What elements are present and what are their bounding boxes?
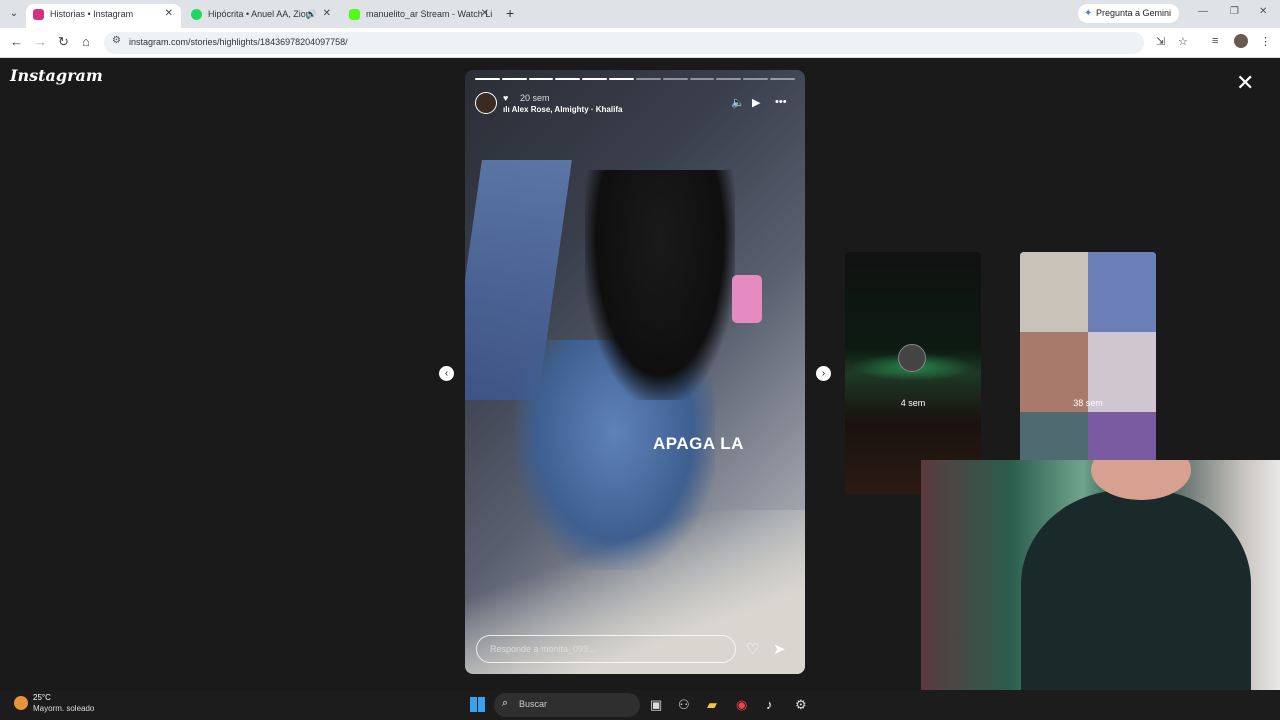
profile-avatar[interactable] <box>1234 34 1248 48</box>
spotify-favicon-icon <box>191 9 202 20</box>
install-app-icon[interactable]: ⇲ <box>1156 35 1165 48</box>
window-close-icon[interactable]: ✕ <box>1259 6 1267 17</box>
preview-avatar <box>898 344 926 372</box>
gemini-icon: ✦ <box>1084 8 1093 19</box>
tab-search-icon[interactable]: ⌄ <box>6 6 22 22</box>
play-icon[interactable]: ▶ <box>752 96 760 109</box>
weather-desc[interactable]: Mayorm. soleado <box>33 704 94 713</box>
teams-icon[interactable]: ⚇ <box>678 697 690 713</box>
file-explorer-icon[interactable]: ▰ <box>707 697 717 713</box>
next-story-icon[interactable]: › <box>816 366 831 381</box>
next-story-preview[interactable]: 38 sem <box>1020 252 1156 494</box>
url-text: instagram.com/stories/highlights/1843697… <box>129 37 348 47</box>
search-icon: ⌕ <box>502 697 509 709</box>
forward-icon[interactable]: → <box>34 34 47 49</box>
search-placeholder: Buscar <box>519 699 548 709</box>
story-progress-bars <box>475 78 795 80</box>
story-music-label[interactable]: ılı Alex Rose, Almighty · Khalifa <box>503 105 622 114</box>
media-control-icon[interactable]: ≡ <box>1212 35 1218 47</box>
close-tab-icon[interactable]: ✕ <box>165 4 173 24</box>
reply-input[interactable]: Responde a monita_099... <box>476 635 736 663</box>
taskbar-search[interactable]: ⌕ Buscar <box>494 693 640 717</box>
minimize-icon[interactable]: — <box>1198 6 1208 17</box>
instagram-favicon-icon <box>33 9 44 20</box>
gemini-label: Pregunta a Gemini <box>1096 8 1172 18</box>
address-bar[interactable]: ⚙ instagram.com/stories/highlights/18436… <box>104 32 1144 54</box>
next-story-preview[interactable]: 4 sem <box>845 252 981 494</box>
tab-spotify[interactable]: Hipócrita • Anuel AA, Zion 🔊 ✕ <box>184 4 339 28</box>
home-icon[interactable]: ⌂ <box>82 34 90 49</box>
browser-tab-bar: ⌄ Historias • Instagram ✕ Hipócrita • An… <box>0 0 1280 28</box>
tab-kick[interactable]: manuelito_ar Stream - Watch Li ✕ <box>342 4 497 28</box>
volume-icon[interactable]: 🔈 <box>731 96 745 109</box>
reload-icon[interactable]: ↻ <box>58 34 69 50</box>
weather-temp[interactable]: 25°C <box>33 693 51 702</box>
site-info-icon[interactable]: ⚙ <box>112 35 121 46</box>
windows-start-icon[interactable] <box>470 697 485 712</box>
bookmark-star-icon[interactable]: ☆ <box>1178 35 1188 48</box>
address-toolbar: ← → ↻ ⌂ ⚙ instagram.com/stories/highligh… <box>0 28 1280 58</box>
close-stories-icon[interactable]: ✕ <box>1236 70 1254 96</box>
close-tab-icon[interactable]: ✕ <box>323 4 331 24</box>
gemini-button[interactable]: ✦ Pregunta a Gemini <box>1078 4 1180 23</box>
webcam-overlay <box>921 460 1280 690</box>
preview-time: 38 sem <box>1073 398 1103 408</box>
share-send-icon[interactable]: ➤ <box>773 640 786 658</box>
tab-title: Historias • Instagram <box>50 9 134 19</box>
new-tab-icon[interactable]: + <box>506 5 514 21</box>
tab-title: manuelito_ar Stream - Watch Li <box>366 9 493 19</box>
close-tab-icon[interactable]: ✕ <box>481 4 489 24</box>
maximize-icon[interactable]: ❐ <box>1230 6 1239 17</box>
tiktok-icon[interactable]: ♪ <box>766 697 773 712</box>
previous-story-icon[interactable]: ‹ <box>439 366 454 381</box>
heart-icon: ♥ <box>503 93 509 103</box>
steam-icon[interactable]: ⚙ <box>795 697 807 713</box>
kick-favicon-icon <box>349 9 360 20</box>
story-user-avatar[interactable] <box>475 92 497 114</box>
weather-icon[interactable] <box>14 696 28 710</box>
windows-taskbar: 25°C Mayorm. soleado ⌕ Buscar ▣ ⚇ ▰ ◉ ♪ … <box>0 690 1280 720</box>
story-header: ♥ 20 sem ılı Alex Rose, Almighty · Khali… <box>475 92 795 116</box>
tab-title: Hipócrita • Anuel AA, Zion <box>208 9 311 19</box>
like-heart-icon[interactable]: ♡ <box>746 640 759 658</box>
more-options-icon[interactable]: ••• <box>775 96 787 108</box>
preview-time: 4 sem <box>900 398 926 408</box>
more-menu-icon[interactable]: ⋮ <box>1260 35 1271 48</box>
story-overlay-text: APAGA LA <box>653 434 744 453</box>
audio-playing-icon[interactable]: 🔊 <box>306 4 317 24</box>
back-icon[interactable]: ← <box>10 34 23 49</box>
active-story[interactable]: ♥ 20 sem ılı Alex Rose, Almighty · Khali… <box>465 70 805 674</box>
task-view-icon[interactable]: ▣ <box>650 697 662 713</box>
story-time: 20 sem <box>520 93 550 103</box>
instagram-logo[interactable]: Instagram <box>10 66 103 85</box>
chrome-icon[interactable]: ◉ <box>736 697 747 713</box>
tab-instagram[interactable]: Historias • Instagram ✕ <box>26 4 181 28</box>
